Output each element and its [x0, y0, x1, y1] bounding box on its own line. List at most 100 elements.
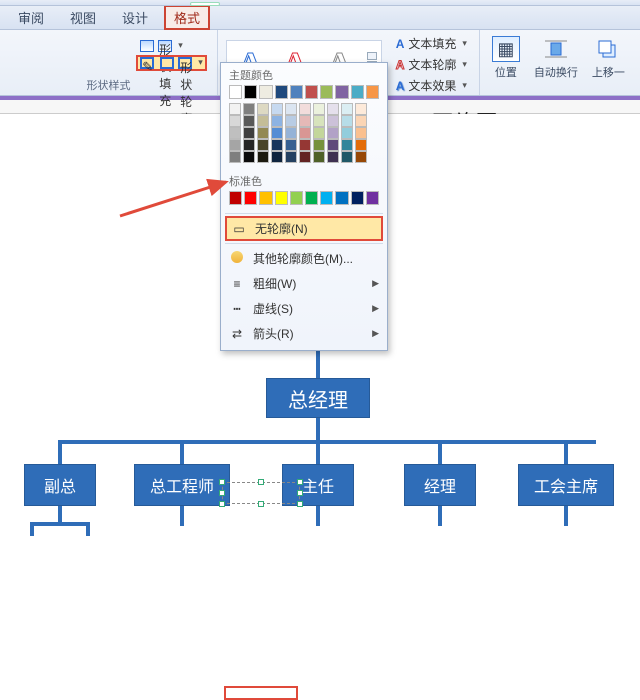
chevron-right-icon: ▶: [372, 328, 379, 339]
position-button[interactable]: ▦ 位置: [488, 34, 524, 82]
wrap-text-button[interactable]: 自动换行: [530, 34, 582, 82]
color-swatch[interactable]: [285, 151, 297, 163]
color-swatch[interactable]: [285, 127, 297, 139]
color-swatch[interactable]: [305, 85, 318, 99]
text-outline-button[interactable]: A文本轮廓: [392, 55, 471, 74]
weight-icon: ≡: [229, 277, 245, 291]
color-swatch[interactable]: [243, 151, 255, 163]
color-swatch[interactable]: [327, 115, 339, 127]
color-swatch[interactable]: [244, 191, 257, 205]
color-swatch[interactable]: [257, 127, 269, 139]
color-swatch[interactable]: [243, 139, 255, 151]
color-swatch[interactable]: [355, 115, 367, 127]
color-swatch[interactable]: [229, 127, 241, 139]
color-swatch[interactable]: [271, 127, 283, 139]
tab-format[interactable]: 格式: [164, 5, 210, 30]
color-swatch[interactable]: [299, 127, 311, 139]
color-swatch[interactable]: [285, 139, 297, 151]
color-swatch[interactable]: [327, 103, 339, 115]
color-swatch[interactable]: [229, 151, 241, 163]
color-swatch[interactable]: [229, 139, 241, 151]
color-swatch[interactable]: [290, 191, 303, 205]
color-swatch[interactable]: [355, 103, 367, 115]
color-swatch[interactable]: [313, 139, 325, 151]
tab-review[interactable]: 审阅: [8, 5, 54, 30]
color-swatch[interactable]: [341, 103, 353, 115]
color-swatch[interactable]: [327, 151, 339, 163]
color-swatch[interactable]: [313, 115, 325, 127]
shape-fill-button[interactable]: 形状填充: [136, 39, 207, 53]
color-swatch[interactable]: [320, 191, 333, 205]
color-swatch[interactable]: [327, 127, 339, 139]
chart-node-chief-eng[interactable]: 总工程师: [134, 464, 230, 506]
color-swatch[interactable]: [351, 191, 364, 205]
color-swatch[interactable]: [313, 151, 325, 163]
theme-colors-grid[interactable]: [221, 85, 387, 169]
text-effects-button[interactable]: A文本效果: [392, 76, 471, 95]
color-swatch[interactable]: [335, 85, 348, 99]
color-swatch[interactable]: [271, 103, 283, 115]
color-swatch[interactable]: [229, 85, 242, 99]
color-swatch[interactable]: [299, 115, 311, 127]
color-swatch[interactable]: [259, 191, 272, 205]
chart-node-manager[interactable]: 经理: [404, 464, 476, 506]
color-swatch[interactable]: [229, 115, 241, 127]
standard-colors-grid[interactable]: [221, 191, 387, 211]
color-swatch[interactable]: [243, 115, 255, 127]
color-swatch[interactable]: [299, 103, 311, 115]
no-outline-label: 无轮廓(N): [255, 220, 308, 237]
text-fill-button[interactable]: A文本填充: [392, 34, 471, 53]
color-swatch[interactable]: [299, 151, 311, 163]
dashes-item[interactable]: ┅ 虚线(S) ▶: [221, 296, 387, 321]
tab-design[interactable]: 设计: [112, 5, 158, 30]
color-swatch[interactable]: [243, 127, 255, 139]
tab-view[interactable]: 视图: [60, 5, 106, 30]
color-swatch[interactable]: [299, 139, 311, 151]
weight-item[interactable]: ≡ 粗细(W) ▶: [221, 271, 387, 296]
color-swatch[interactable]: [275, 85, 288, 99]
chart-connector: [30, 522, 90, 526]
color-swatch[interactable]: [341, 151, 353, 163]
color-swatch[interactable]: [229, 103, 241, 115]
color-swatch[interactable]: [257, 139, 269, 151]
color-swatch[interactable]: [355, 127, 367, 139]
color-swatch[interactable]: [271, 115, 283, 127]
more-colors-item[interactable]: 其他轮廓颜色(M)...: [221, 246, 387, 271]
shape-outline-button[interactable]: ✎形状轮廓: [136, 55, 207, 71]
color-swatch[interactable]: [327, 139, 339, 151]
color-swatch[interactable]: [341, 127, 353, 139]
color-swatch[interactable]: [320, 85, 333, 99]
color-swatch[interactable]: [257, 115, 269, 127]
color-swatch[interactable]: [355, 139, 367, 151]
bring-forward-icon: [594, 36, 622, 62]
no-outline-item[interactable]: ▭ 无轮廓(N): [225, 216, 383, 241]
arrows-icon: ⇄: [229, 327, 245, 341]
chart-node-union[interactable]: 工会主席: [518, 464, 614, 506]
color-swatch[interactable]: [275, 191, 288, 205]
color-swatch[interactable]: [313, 103, 325, 115]
color-swatch[interactable]: [244, 85, 257, 99]
color-swatch[interactable]: [271, 151, 283, 163]
chart-node-gm[interactable]: 总经理: [266, 378, 370, 418]
color-swatch[interactable]: [257, 103, 269, 115]
chevron-right-icon: ▶: [372, 278, 379, 289]
color-swatch[interactable]: [341, 139, 353, 151]
color-swatch[interactable]: [271, 139, 283, 151]
color-swatch[interactable]: [355, 151, 367, 163]
color-swatch[interactable]: [257, 151, 269, 163]
color-swatch[interactable]: [259, 85, 272, 99]
chart-node-vp[interactable]: 副总: [24, 464, 96, 506]
color-swatch[interactable]: [305, 191, 318, 205]
color-swatch[interactable]: [366, 85, 379, 99]
color-swatch[interactable]: [290, 85, 303, 99]
color-swatch[interactable]: [351, 85, 364, 99]
color-swatch[interactable]: [366, 191, 379, 205]
color-swatch[interactable]: [285, 115, 297, 127]
color-swatch[interactable]: [243, 103, 255, 115]
color-swatch[interactable]: [335, 191, 348, 205]
bring-forward-button[interactable]: 上移一: [588, 34, 629, 82]
color-swatch[interactable]: [341, 115, 353, 127]
color-swatch[interactable]: [285, 103, 297, 115]
color-swatch[interactable]: [313, 127, 325, 139]
arrows-item[interactable]: ⇄ 箭头(R) ▶: [221, 321, 387, 346]
